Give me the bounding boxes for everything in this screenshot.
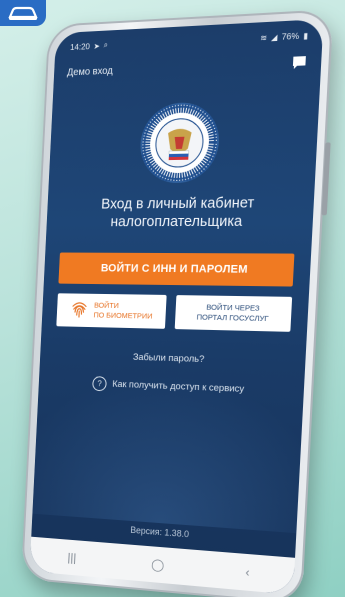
- power-button: [321, 142, 331, 216]
- login-inn-password-button[interactable]: ВОЙТИ С ИНН И ПАРОЛЕМ: [58, 252, 295, 287]
- app-screen: 14:20 ➤ ⌕ ≋ ◢ 76% ▮ Демо вход Вход в лич…: [29, 18, 324, 595]
- signal-icon: ◢: [270, 32, 278, 42]
- gosuslugi-label: ВОЙТИ ЧЕРЕЗ ПОРТАЛ ГОСУСЛУГ: [196, 302, 269, 324]
- location-icon: ➤: [93, 41, 101, 51]
- access-help-label: Как получить доступ к сервису: [111, 378, 245, 395]
- gosuslugi-label-line-1: ВОЙТИ ЧЕРЕЗ: [206, 302, 260, 313]
- chat-icon[interactable]: [292, 55, 307, 70]
- fns-emblem-logo: [141, 103, 219, 181]
- status-bar: 14:20 ➤ ⌕ ≋ ◢ 76% ▮: [70, 28, 309, 54]
- title-line-1: Вход в личный кабинет: [100, 195, 255, 213]
- home-button[interactable]: ◯: [138, 556, 177, 573]
- biometry-login-button[interactable]: ВОЙТИ ПО БИОМЕТРИИ: [56, 293, 167, 329]
- top-bar: Демо вход: [67, 51, 308, 83]
- fns-emblem: [140, 103, 219, 182]
- title-line-2: налогоплательщика: [110, 213, 243, 231]
- fingerprint-icon: [69, 300, 89, 320]
- demo-login-link[interactable]: Демо вход: [67, 65, 113, 78]
- page-title: Вход в личный кабинет налогоплательщика: [46, 194, 314, 232]
- recent-apps-button[interactable]: |||: [53, 549, 91, 566]
- question-icon: ?: [92, 376, 107, 392]
- search-status-icon: ⌕: [103, 40, 109, 50]
- battery-level: 76%: [281, 30, 300, 42]
- gosuslugi-login-button[interactable]: ВОЙТИ ЧЕРЕЗ ПОРТАЛ ГОСУСЛУГ: [174, 295, 293, 332]
- battery-icon: ▮: [303, 30, 309, 41]
- back-button[interactable]: ‹: [227, 564, 268, 582]
- phone-frame: 14:20 ➤ ⌕ ≋ ◢ 76% ▮ Демо вход Вход в лич…: [20, 9, 334, 597]
- biometry-label: ВОЙТИ ПО БИОМЕТРИИ: [93, 301, 153, 322]
- android-nav-bar: ||| ◯ ‹: [29, 536, 296, 595]
- gosuslugi-label-line-2: ПОРТАЛ ГОСУСЛУГ: [196, 312, 269, 324]
- wifi-icon: ≋: [260, 32, 268, 43]
- forgot-password-link[interactable]: Забыли пароль?: [40, 349, 306, 368]
- status-time: 14:20: [69, 41, 91, 53]
- access-help-link[interactable]: ? Как получить доступ к сервису: [39, 374, 305, 399]
- biometry-label-line-1: ВОЙТИ: [93, 300, 120, 310]
- alt-login-buttons: ВОЙТИ ПО БИОМЕТРИИ ВОЙТИ ЧЕРЕЗ ПОРТАЛ ГО…: [56, 293, 293, 332]
- scene: 14:20 ➤ ⌕ ≋ ◢ 76% ▮ Демо вход Вход в лич…: [0, 0, 345, 597]
- biometry-label-line-2: ПО БИОМЕТРИИ: [93, 310, 153, 321]
